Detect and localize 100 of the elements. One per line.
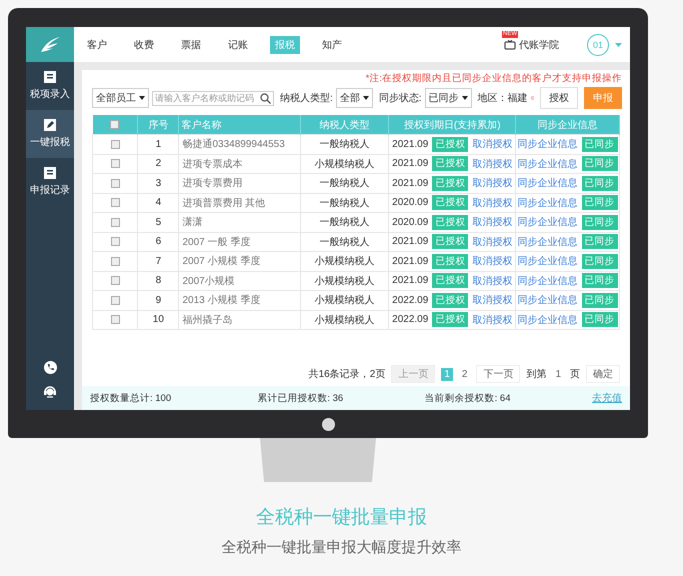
record-summary: 共16条记录，2页 — [308, 368, 386, 381]
column-header: 序号 — [138, 115, 179, 134]
checkbox[interactable] — [110, 276, 120, 286]
expiry-date: 2021.09 — [392, 275, 428, 286]
wing-logo-icon — [39, 36, 61, 54]
authorize-button[interactable]: 授权 — [540, 87, 578, 109]
next-page-button[interactable]: 下一页 — [476, 365, 520, 383]
column-header: 授权到期日(支持累加) — [388, 115, 516, 134]
used-count: 累计已用授权数: 36 — [257, 392, 344, 404]
column-header: 客户名称 — [178, 115, 300, 134]
search-field[interactable]: 请输入客户名称或助记码 — [152, 90, 274, 106]
checkbox[interactable] — [110, 296, 120, 305]
checkbox[interactable] — [110, 120, 120, 129]
phone-icon[interactable] — [44, 361, 56, 374]
sync-link[interactable]: 同步企业信息 — [518, 156, 578, 171]
confirm-button[interactable]: 确定 — [586, 365, 620, 383]
taxpayer-type-dropdown[interactable]: 全部 — [336, 88, 373, 108]
table-cell: 福州撬子岛 — [178, 310, 300, 330]
sync-status-dropdown[interactable]: 已同步 — [424, 88, 472, 108]
caption-title: 全税种一键批量申报 — [255, 506, 428, 530]
alert-icon — [530, 93, 534, 103]
cancel-link[interactable]: 取消授权 — [472, 137, 512, 152]
academy-link[interactable]: 代账学院 — [519, 38, 559, 52]
table-cell: 2007小规模 — [178, 271, 300, 290]
status-badge: 已同步 — [582, 292, 618, 308]
table-cell: 2007 一般 季度 — [178, 232, 300, 252]
headset-icon[interactable] — [43, 384, 57, 398]
sidebar-item[interactable]: 申报记录 — [26, 158, 74, 206]
checkbox[interactable] — [110, 178, 120, 188]
status-badge: 已同步 — [582, 254, 618, 269]
sidebar-item[interactable]: 税项录入 — [26, 62, 74, 110]
document-icon — [44, 167, 56, 179]
checkbox[interactable] — [110, 140, 120, 149]
checkbox[interactable] — [110, 315, 120, 324]
sidebar-item[interactable]: 一键报税 — [26, 110, 74, 158]
table-cell: 2007 小规模 季度 — [178, 252, 300, 271]
table-cell: 畅捷通0334899944553 — [178, 134, 300, 154]
table-cell: 8 — [138, 271, 179, 290]
checkbox[interactable] — [110, 218, 120, 227]
sync-link[interactable]: 同步企业信息 — [518, 137, 578, 152]
nav-tab[interactable]: 知产 — [317, 36, 347, 54]
status-badge: 已同步 — [582, 312, 618, 328]
table-cell: 2 — [138, 154, 179, 174]
status-badge: 已同步 — [582, 214, 618, 230]
sync-link[interactable]: 同步企业信息 — [518, 215, 578, 230]
expiry-date: 2022.09 — [392, 294, 428, 306]
cancel-link[interactable]: 取消授权 — [472, 254, 512, 268]
status-badge: 已同步 — [582, 195, 618, 210]
page-unit: 页 — [570, 368, 580, 381]
nav-tab[interactable]: 票据 — [176, 36, 206, 54]
sync-link[interactable]: 同步企业信息 — [518, 254, 578, 268]
sync-link[interactable]: 同步企业信息 — [518, 176, 578, 190]
checkbox[interactable] — [110, 237, 120, 246]
caret-icon — [362, 96, 369, 100]
sync-link[interactable]: 同步企业信息 — [518, 293, 578, 308]
nav-tab[interactable]: 记账 — [223, 36, 253, 54]
cancel-link[interactable]: 取消授权 — [472, 293, 512, 308]
cancel-link[interactable]: 取消授权 — [472, 312, 512, 327]
table-cell: 1 — [138, 134, 179, 154]
expiry-date: 2022.09 — [392, 314, 428, 326]
status-badge: 已授权 — [432, 176, 468, 191]
table-cell: 一般纳税人 — [300, 174, 389, 193]
status-badge: 已授权 — [432, 214, 468, 230]
cancel-link[interactable]: 取消授权 — [472, 234, 512, 249]
expiry-date: 2021.09 — [392, 256, 428, 267]
sync-link[interactable]: 同步企业信息 — [518, 196, 578, 210]
cancel-link[interactable]: 取消授权 — [472, 274, 512, 288]
page-button[interactable]: 2 — [458, 368, 470, 380]
sync-link[interactable]: 同步企业信息 — [518, 234, 578, 249]
staff-dropdown[interactable]: 全部员工 — [92, 88, 149, 108]
checkbox[interactable] — [110, 159, 120, 168]
status-badge: 已授权 — [432, 312, 468, 328]
status-badge: 已同步 — [582, 273, 618, 288]
nav-tab[interactable]: 收费 — [129, 36, 159, 54]
nav-tab[interactable]: 客户 — [82, 36, 112, 54]
table-cell: 小规模纳税人 — [300, 310, 389, 330]
caret-icon[interactable] — [615, 42, 622, 46]
table-cell: 小规模纳税人 — [300, 252, 389, 271]
cancel-link[interactable]: 取消授权 — [472, 215, 512, 230]
checkbox[interactable] — [110, 198, 120, 208]
table-cell: 9 — [138, 290, 179, 310]
table-cell: 进项专票费用 — [178, 174, 300, 193]
cancel-link[interactable]: 取消授权 — [472, 176, 512, 190]
sync-link[interactable]: 同步企业信息 — [518, 312, 578, 327]
page-input[interactable]: 1 — [552, 368, 564, 380]
caret-icon — [462, 96, 468, 100]
cancel-link[interactable]: 取消授权 — [472, 196, 512, 210]
status-badge: 已同步 — [582, 156, 618, 172]
sync-link[interactable]: 同步企业信息 — [518, 274, 578, 288]
column-header: 纳税人类型 — [300, 115, 389, 134]
expiry-date: 2021.09 — [392, 158, 428, 170]
remaining-count: 当前剩余授权数: 64 — [424, 392, 512, 404]
table-cell: 小规模纳税人 — [300, 154, 389, 174]
recharge-link[interactable]: 去充值 — [592, 391, 622, 405]
cancel-link[interactable]: 取消授权 — [472, 156, 512, 171]
search-icon[interactable] — [260, 92, 271, 104]
caption-subtitle: 全税种一键批量申报大幅度提升效率 — [220, 538, 462, 557]
declare-button[interactable]: 申报 — [584, 87, 622, 109]
table-cell: 一般纳税人 — [300, 193, 389, 212]
checkbox[interactable] — [110, 256, 120, 266]
